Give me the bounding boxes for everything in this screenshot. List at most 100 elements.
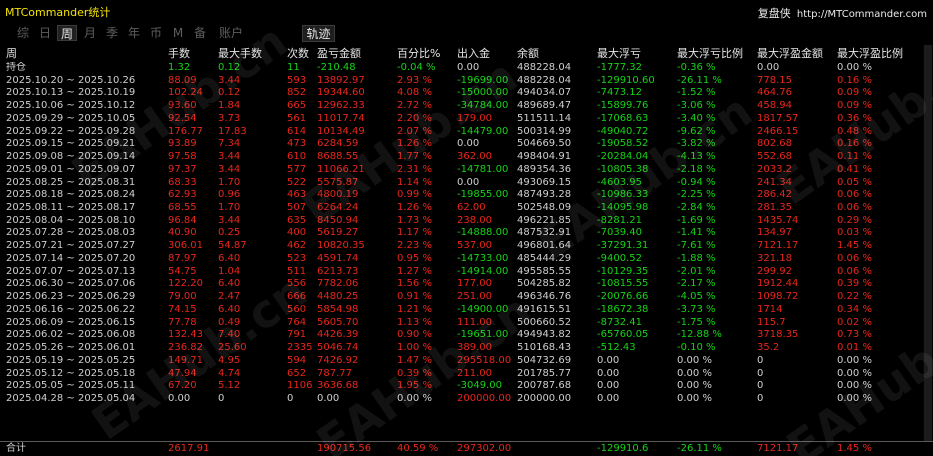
table-row[interactable]: 2025.10.13 ~ 2025.10.19 102.24 0.12 852 1934… — [0, 87, 921, 99]
cell-max-lots: 4.74 — [218, 367, 241, 379]
cell-max-float-pct: 0.01 % — [837, 342, 872, 354]
tab-weekly[interactable]: 周 — [57, 25, 77, 41]
cell-pl: 7782.06 — [317, 278, 359, 290]
table-row[interactable]: 2025.07.07 ~ 2025.07.13 54.75 1.04 511 6213.… — [0, 266, 921, 278]
cell-pl: 8450.94 — [317, 214, 359, 226]
table-row[interactable]: 2025.09.22 ~ 2025.09.28 176.77 17.83 614 101… — [0, 126, 921, 138]
col-header-balance[interactable]: 余额 — [517, 47, 595, 60]
cell-max-lots: 0 — [218, 392, 225, 404]
table-row[interactable]: 2025.06.09 ~ 2025.06.15 77.78 0.49 764 5605.… — [0, 317, 921, 329]
cell-max-loss: -20284.04 — [597, 151, 649, 163]
table-row[interactable]: 2025.06.02 ~ 2025.06.08 132.43 7.40 791 4426… — [0, 329, 921, 341]
cell-count: 462 — [287, 240, 307, 252]
col-header-max-float[interactable]: 最大浮盈金额 — [757, 47, 835, 60]
cell-max-loss-pct: 0.00 % — [677, 367, 712, 379]
cell-max-lots: 1.70 — [218, 202, 241, 214]
table-row[interactable]: 2025.09.29 ~ 2025.10.05 92.54 3.73 561 11017… — [0, 113, 921, 125]
cell-period: 2025.09.29 ~ 2025.10.05 — [6, 112, 136, 124]
cell-period: 2025.10.06 ~ 2025.10.12 — [6, 100, 136, 112]
cell-max-loss-pct: -0.10 % — [677, 342, 716, 354]
table-row[interactable]: 2025.06.30 ~ 2025.07.06 122.20 6.40 556 7782… — [0, 278, 921, 290]
cell-max-lots: 6.40 — [218, 252, 241, 264]
cell-balance: 496346.76 — [517, 291, 572, 303]
col-header-io[interactable]: 出入金 — [457, 47, 515, 60]
table-row[interactable]: 2025.07.14 ~ 2025.07.20 87.97 6.40 523 4591.… — [0, 253, 921, 265]
cell-lots: 68.55 — [168, 202, 197, 214]
table-row[interactable]: 2025.07.28 ~ 2025.08.03 40.90 0.25 400 5619.… — [0, 227, 921, 239]
table-row[interactable]: 2025.06.16 ~ 2025.06.22 74.15 6.40 560 5854.… — [0, 304, 921, 316]
cell-max-loss-pct: -7.61 % — [677, 240, 716, 252]
cell-io: 200000.00 — [457, 392, 512, 404]
cell-count: 635 — [287, 214, 307, 226]
col-header-max-loss[interactable]: 最大浮亏 — [597, 47, 675, 60]
tab-daily[interactable]: 日 — [36, 25, 54, 41]
table-row[interactable]: 2025.05.05 ~ 2025.05.11 67.20 5.12 1106 3636… — [0, 380, 921, 392]
table-row[interactable]: 2025.10.20 ~ 2025.10.26 88.09 3.44 593 13892… — [0, 75, 921, 87]
cell-lots: 93.89 — [168, 138, 197, 150]
cell-count: 764 — [287, 316, 307, 328]
table-row[interactable]: 2025.09.15 ~ 2025.09.21 93.89 7.34 473 6284.… — [0, 138, 921, 150]
tab-m[interactable]: M — [170, 25, 186, 41]
table-row[interactable]: 2025.09.08 ~ 2025.09.14 97.58 3.44 610 8688.… — [0, 151, 921, 163]
table-row[interactable]: 2025.08.18 ~ 2025.08.24 62.93 0.96 463 4800.… — [0, 189, 921, 201]
tab-notes[interactable]: 备 — [191, 25, 209, 41]
cell-max-float-pct: 0.06 % — [837, 252, 872, 264]
cell-lots: 102.24 — [168, 87, 203, 99]
col-header-pl[interactable]: 盈亏金额 — [317, 47, 397, 60]
tab-summary[interactable]: 综 — [14, 25, 32, 41]
cell-count: 523 — [287, 252, 307, 264]
table-row[interactable]: 2025.04.28 ~ 2025.05.04 0.00 0 0 0.00 0.00 % 2… — [0, 393, 921, 405]
cell-pct: 0.90 % — [397, 329, 432, 341]
cell-balance: 500660.52 — [517, 316, 572, 328]
col-header-max-lots[interactable]: 最大手数 — [218, 47, 284, 60]
table-row[interactable]: 2025.05.12 ~ 2025.05.18 47.94 4.74 652 787.7… — [0, 368, 921, 380]
cell-max-float-pct: 0.34 % — [837, 303, 872, 315]
col-header-max-float-pct[interactable]: 最大浮盈比例 — [837, 47, 917, 60]
cell-balance: 496221.85 — [517, 214, 572, 226]
cell-max-float: 802.68 — [757, 138, 792, 150]
open-positions-row[interactable]: 持仓 1.32 0.12 11 -210.48 -0.04 % 0.00 488228.04 -… — [0, 62, 921, 74]
cell-io: -14914.00 — [457, 265, 509, 277]
cell-lots: 306.01 — [168, 240, 203, 252]
brand-url-link[interactable]: http://MTCommander.com — [797, 9, 927, 20]
cell-pl: -210.48 — [317, 62, 356, 73]
tab-currency[interactable]: 币 — [147, 25, 165, 41]
vertical-scrollbar[interactable] — [923, 45, 933, 441]
cell-max-float-pct: 0.03 % — [837, 227, 872, 239]
table-row[interactable]: 2025.09.01 ~ 2025.09.07 97.37 3.44 577 11066… — [0, 164, 921, 176]
table-row[interactable]: 2025.08.11 ~ 2025.08.17 68.55 1.70 507 6264.… — [0, 202, 921, 214]
trace-button[interactable]: 轨迹 — [302, 25, 335, 42]
table-row[interactable]: 2025.08.25 ~ 2025.08.31 68.33 1.70 522 5575.… — [0, 177, 921, 189]
cell-count: 561 — [287, 112, 307, 124]
cell-max-float-pct: 0.00 % — [837, 354, 872, 366]
col-header-max-loss-pct[interactable]: 最大浮亏比例 — [677, 47, 755, 60]
table-row[interactable]: 2025.05.19 ~ 2025.05.25 149.71 4.95 594 7426… — [0, 355, 921, 367]
tab-account[interactable]: 账户 — [216, 25, 246, 41]
brand-name: 复盘侠 — [757, 7, 791, 20]
cell-max-float: 1098.72 — [757, 291, 799, 303]
col-header-period[interactable]: 周 — [6, 47, 166, 60]
cell-pct: 1.26 % — [397, 138, 432, 150]
table-row[interactable]: 2025.07.21 ~ 2025.07.27 306.01 54.87 462 108… — [0, 240, 921, 252]
cell-max-float-pct: 0.36 % — [837, 112, 872, 124]
col-header-count[interactable]: 次数 — [287, 47, 315, 60]
col-header-lots[interactable]: 手数 — [168, 47, 216, 60]
cell-pl: 6213.73 — [317, 265, 359, 277]
cell-lots: 77.78 — [168, 316, 197, 328]
tab-yearly[interactable]: 年 — [125, 25, 143, 41]
table-row[interactable]: 2025.10.06 ~ 2025.10.12 93.60 1.84 665 12962… — [0, 100, 921, 112]
cell-io: -19651.00 — [457, 329, 509, 341]
cell-balance: 494943.82 — [517, 329, 572, 341]
cell-max-loss: -10986.33 — [597, 189, 649, 201]
col-header-pct[interactable]: 百分比% — [397, 47, 453, 60]
table-row[interactable]: 2025.06.23 ~ 2025.06.29 79.00 2.47 666 4480.… — [0, 291, 921, 303]
cell-pl: 4480.25 — [317, 291, 359, 303]
tab-monthly[interactable]: 月 — [81, 25, 99, 41]
scrollbar-thumb[interactable] — [924, 45, 932, 441]
tab-quarterly[interactable]: 季 — [103, 25, 121, 41]
cell-max-loss-pct: -4.13 % — [677, 151, 716, 163]
cell-count: 507 — [287, 202, 307, 214]
table-row[interactable]: 2025.08.04 ~ 2025.08.10 96.84 3.44 635 8450.… — [0, 215, 921, 227]
cell-max-loss-pct: -2.18 % — [677, 163, 716, 175]
table-row[interactable]: 2025.05.26 ~ 2025.06.01 236.82 25.60 2335 50… — [0, 342, 921, 354]
